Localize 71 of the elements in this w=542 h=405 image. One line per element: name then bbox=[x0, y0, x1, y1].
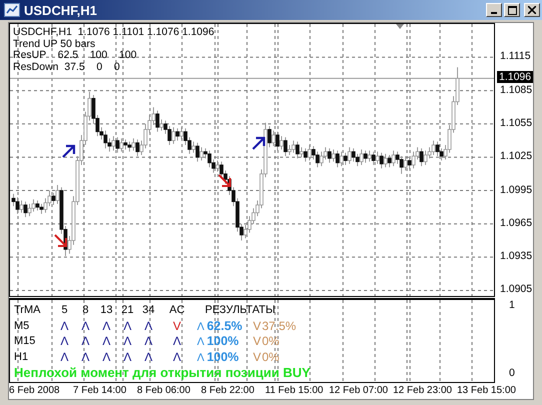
signal-mark: Λ bbox=[143, 334, 154, 350]
signal-mark: Λ bbox=[80, 318, 90, 334]
chart-info-text: ResUP 62.5 100 100 bbox=[13, 50, 138, 62]
signal-mark: Λ bbox=[122, 334, 132, 350]
signal-mark: Λ bbox=[80, 334, 90, 350]
down-arrow-icon bbox=[218, 174, 231, 187]
time-label: 8 Feb 06:00 bbox=[137, 385, 190, 396]
signal-mark: Λ bbox=[172, 350, 182, 366]
time-label: 11 Feb 15:00 bbox=[265, 385, 324, 396]
minimize-icon bbox=[491, 12, 497, 14]
timeframe-label: H1 bbox=[14, 350, 30, 364]
signal-mark: Λ bbox=[101, 334, 112, 350]
price-label: 1.0935 bbox=[500, 250, 532, 262]
time-label: 6 Feb 2008 bbox=[9, 385, 60, 396]
signal-mark: Λ bbox=[59, 350, 70, 366]
signal-mark: Λ bbox=[59, 334, 70, 350]
chart-info-text: Trend UP 50 bars bbox=[13, 38, 96, 50]
time-label: 13 Feb 15:00 bbox=[457, 385, 516, 396]
chart-info-text: USDCHF,H1 1.1076 1.1101 1.1076 1.1096 bbox=[13, 27, 214, 38]
price-label: 1.1025 bbox=[500, 150, 532, 162]
price-label: 1.0965 bbox=[500, 216, 532, 229]
price-label: 1.0995 bbox=[500, 184, 532, 196]
scale-label: 1 bbox=[509, 299, 515, 311]
signal-mark: V bbox=[172, 318, 182, 334]
up-arrow-icon bbox=[62, 144, 76, 158]
signal-mark: Λ bbox=[59, 318, 70, 334]
signal-mark: Λ bbox=[101, 318, 112, 334]
price-label: 1.1055 bbox=[500, 116, 532, 129]
price-label: 1.0905 bbox=[500, 283, 532, 296]
down-result: V 37.5% bbox=[253, 318, 296, 334]
timeframe-label: M15 bbox=[14, 334, 36, 349]
column-header: РЕЗУЛЬТАТЫ bbox=[204, 303, 276, 318]
signal-mark: Λ bbox=[101, 350, 112, 366]
signal-message: Неплохой момент для открытия позиции BUY bbox=[14, 365, 312, 381]
column-header: AC bbox=[168, 303, 186, 318]
chart-info-text: ResDown 37.5 0 0 bbox=[13, 62, 121, 73]
column-header: 34 bbox=[141, 303, 156, 318]
time-label: 8 Feb 22:00 bbox=[201, 385, 254, 396]
column-header: 21 bbox=[120, 303, 135, 318]
signal-mark: Λ bbox=[122, 318, 132, 334]
current-price-label: 1.1096 bbox=[497, 71, 534, 84]
close-button[interactable] bbox=[524, 3, 540, 17]
signal-mark: Λ bbox=[80, 350, 90, 366]
timeframe-label: M5 bbox=[14, 318, 30, 334]
minimize-button[interactable] bbox=[486, 3, 502, 17]
window-title: USDCHF,H1 bbox=[24, 2, 98, 18]
maximize-button[interactable] bbox=[504, 3, 520, 17]
price-label: 1.1115 bbox=[500, 50, 531, 62]
up-arrow-icon bbox=[252, 136, 266, 150]
signal-mark: Λ bbox=[143, 318, 154, 334]
time-label: 12 Feb 07:00 bbox=[329, 385, 388, 396]
signal-mark: Λ bbox=[172, 334, 182, 350]
signal-mark: Λ bbox=[143, 350, 154, 366]
time-label: 7 Feb 14:00 bbox=[73, 385, 126, 396]
up-result: Λ 62.5% bbox=[196, 318, 242, 334]
signal-mark: Λ bbox=[122, 350, 132, 366]
column-header: TrMA bbox=[14, 303, 42, 318]
scale-label: 0 bbox=[509, 367, 515, 379]
column-header: 8 bbox=[81, 303, 90, 318]
up-result: Λ 100% bbox=[196, 350, 239, 366]
chart-icon bbox=[4, 3, 20, 17]
close-icon bbox=[528, 6, 536, 14]
column-header: 5 bbox=[60, 303, 69, 318]
price-label: 1.1085 bbox=[500, 84, 532, 96]
down-result: V 0% bbox=[253, 334, 280, 350]
column-header: 13 bbox=[99, 303, 114, 318]
time-label: 12 Feb 23:00 bbox=[393, 385, 452, 396]
down-result: V 0% bbox=[253, 350, 280, 366]
down-arrow-icon bbox=[54, 234, 67, 247]
maximize-icon bbox=[508, 6, 516, 14]
up-result: Λ 100% bbox=[196, 334, 239, 350]
